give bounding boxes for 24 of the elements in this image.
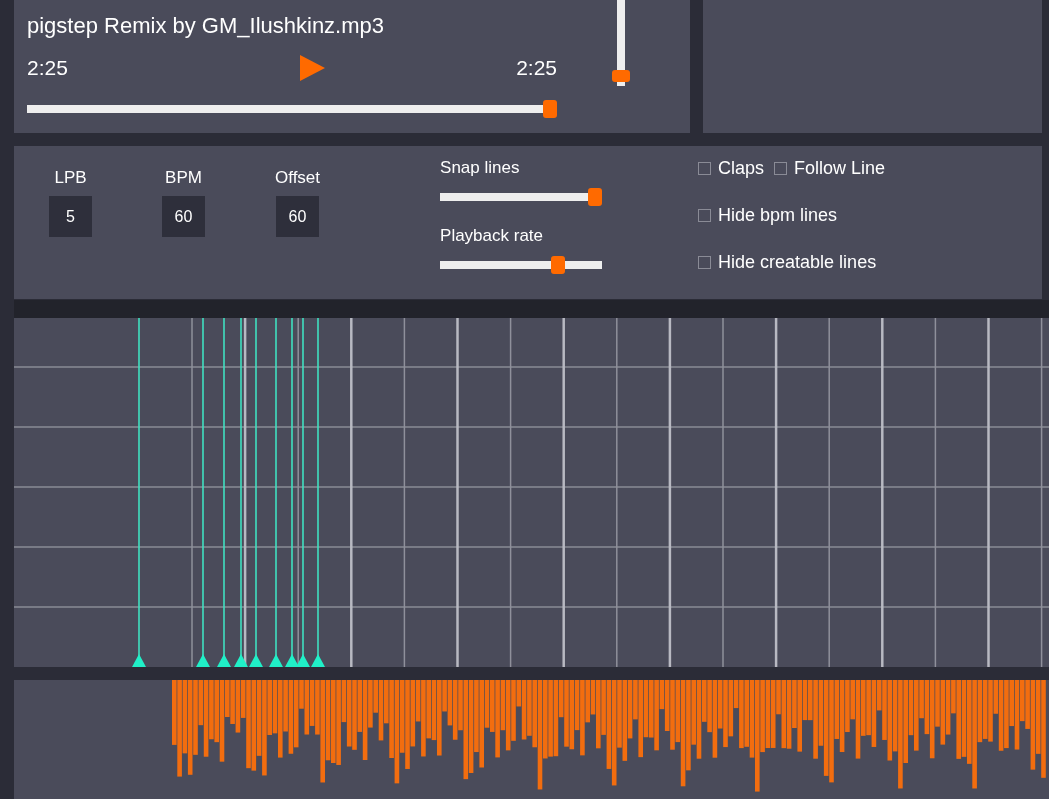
number-field[interactable]: 60 xyxy=(276,196,319,237)
checkbox[interactable] xyxy=(774,162,788,175)
number-field[interactable]: 60 xyxy=(162,196,205,237)
checkbox[interactable] xyxy=(698,209,712,222)
slider-thumb[interactable] xyxy=(588,188,603,206)
current-time: 2:25 xyxy=(27,56,68,80)
checkbox-label[interactable]: Hide bpm lines xyxy=(718,205,838,226)
track-title: pigstep Remix by GM_Ilushkinz.mp3 xyxy=(27,13,386,39)
checkbox-label[interactable]: Follow Line xyxy=(794,158,886,179)
slider-thumb[interactable] xyxy=(551,256,566,274)
play-icon[interactable] xyxy=(299,55,325,81)
checkbox-label[interactable]: Claps xyxy=(718,158,765,179)
total-time: 2:25 xyxy=(516,56,557,80)
slider-label: Snap lines xyxy=(440,158,521,178)
checkbox[interactable] xyxy=(698,162,712,175)
checkbox-label[interactable]: Hide creatable lines xyxy=(718,252,877,273)
seek-thumb[interactable] xyxy=(543,100,557,118)
field-label: BPM xyxy=(165,168,202,188)
checkbox[interactable] xyxy=(698,256,712,269)
number-field[interactable]: 5 xyxy=(49,196,92,237)
field-label: LPB xyxy=(54,168,87,188)
field-label: Offset xyxy=(275,168,321,188)
slider-label: Playback rate xyxy=(440,226,545,246)
volume-thumb[interactable] xyxy=(612,70,630,83)
